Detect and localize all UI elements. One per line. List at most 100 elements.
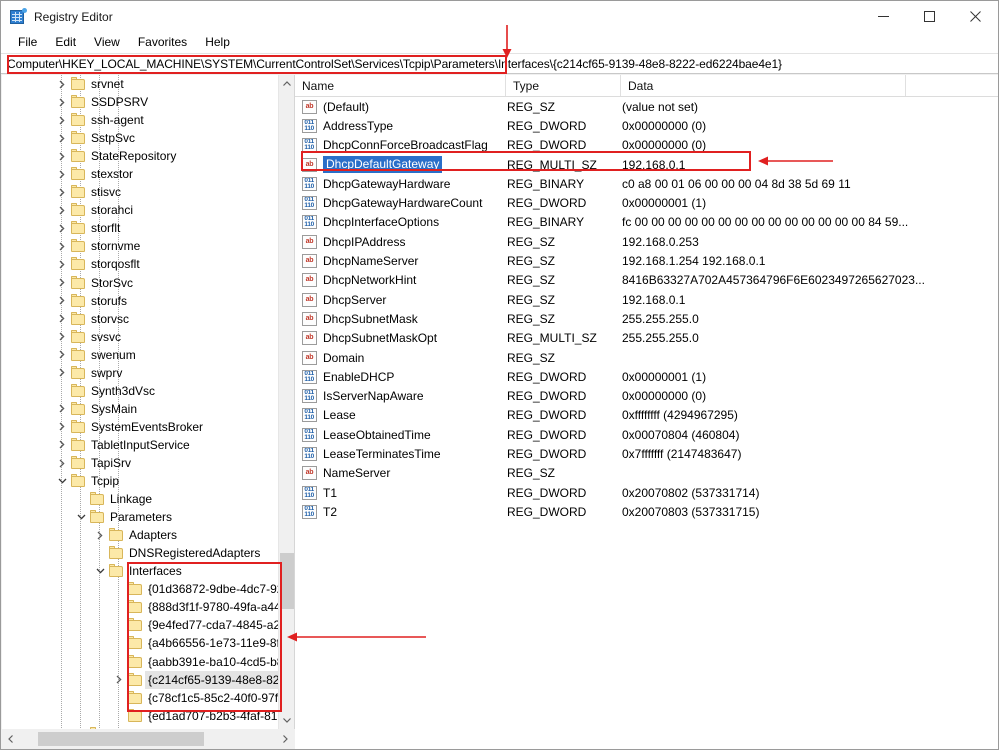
value-row[interactable]: 011110T1REG_DWORD0x20070802 (537331714) [295,483,998,502]
tree-item-sysmain[interactable]: SysMain [2,400,278,418]
chevron-right-icon[interactable] [54,275,70,291]
tree-item-ssh-agent[interactable]: ssh-agent [2,111,278,129]
value-row[interactable]: abDhcpSubnetMaskOptREG_MULTI_SZ255.255.2… [295,329,998,348]
chevron-right-icon[interactable] [54,148,70,164]
value-row[interactable]: 011110LeaseTerminatesTimeREG_DWORD0x7fff… [295,444,998,463]
tree-item-swprv[interactable]: swprv [2,364,278,382]
menu-file[interactable]: File [9,33,46,52]
value-row[interactable]: abDhcpServerREG_SZ192.168.0.1 [295,290,998,309]
chevron-right-icon[interactable] [54,112,70,128]
value-row[interactable]: abNameServerREG_SZ [295,464,998,483]
value-row[interactable]: abDhcpDefaultGatewayREG_MULTI_SZ192.168.… [295,155,998,174]
chevron-right-icon[interactable] [111,672,127,688]
tree-horizontal-scrollbar[interactable] [2,729,294,749]
tree-vertical-scrollbar[interactable] [278,75,294,729]
chevron-down-icon[interactable] [92,563,108,579]
chevron-right-icon[interactable] [54,238,70,254]
chevron-right-icon[interactable] [54,202,70,218]
chevron-right-icon[interactable] [54,329,70,345]
scroll-left-icon[interactable] [2,729,19,749]
chevron-right-icon[interactable] [54,419,70,435]
column-header-data[interactable]: Data [621,75,906,96]
tree-item-storflt[interactable]: storflt [2,219,278,237]
tree-item-storahci[interactable]: storahci [2,201,278,219]
value-row[interactable]: abDhcpSubnetMaskREG_SZ255.255.255.0 [295,309,998,328]
tree-item-parameters[interactable]: Parameters [2,508,278,526]
tree-item-interfaces[interactable]: Interfaces [2,562,278,580]
close-button[interactable] [952,1,998,32]
tree-scroll-thumb[interactable] [280,553,294,609]
tree-item-storqosflt[interactable]: storqosflt [2,255,278,273]
value-row[interactable]: 011110T2REG_DWORD0x20070803 (537331715) [295,502,998,521]
chevron-right-icon[interactable] [54,184,70,200]
tree-item-systemeventsbroker[interactable]: SystemEventsBroker [2,418,278,436]
tree-item-tapisrv[interactable]: TapiSrv [2,454,278,472]
address-bar[interactable]: Computer\HKEY_LOCAL_MACHINE\SYSTEM\Curre… [1,53,998,74]
tree-item-linkage[interactable]: Linkage [2,490,278,508]
tree-item-synth3dvsc[interactable]: Synth3dVsc [2,382,278,400]
value-row[interactable]: abDhcpNameServerREG_SZ192.168.1.254 192.… [295,251,998,270]
column-header-name[interactable]: Name [295,75,506,96]
menu-view[interactable]: View [85,33,129,52]
tree-item-dnsregisteredadapters[interactable]: DNSRegisteredAdapters [2,544,278,562]
tree-item-staterepository[interactable]: StateRepository [2,147,278,165]
chevron-right-icon[interactable] [54,437,70,453]
tree-item-tabletinputservice[interactable]: TabletInputService [2,436,278,454]
tree-item--888d3f1f-9780-49fa-a44a-[interactable]: {888d3f1f-9780-49fa-a44a- [2,598,278,616]
hscroll-thumb[interactable] [38,732,204,746]
menu-favorites[interactable]: Favorites [129,33,196,52]
chevron-right-icon[interactable] [54,347,70,363]
tree-item-stisvc[interactable]: stisvc [2,183,278,201]
value-row[interactable]: 011110DhcpGatewayHardwareREG_BINARYc0 a8… [295,174,998,193]
maximize-button[interactable] [906,1,952,32]
tree-item--ed1ad707-b2b3-4faf-8100[interactable]: {ed1ad707-b2b3-4faf-8100 [2,707,278,725]
value-row[interactable]: 011110DhcpGatewayHardwareCountREG_DWORD0… [295,193,998,212]
scroll-right-icon[interactable] [277,729,294,749]
chevron-right-icon[interactable] [54,311,70,327]
menu-edit[interactable]: Edit [46,33,85,52]
value-row[interactable]: 011110LeaseObtainedTimeREG_DWORD0x000708… [295,425,998,444]
tree-item-storufs[interactable]: storufs [2,292,278,310]
tree-item-storvsc[interactable]: storvsc [2,310,278,328]
column-header-type[interactable]: Type [506,75,621,96]
chevron-right-icon[interactable] [92,527,108,543]
value-row[interactable]: abDomainREG_SZ [295,348,998,367]
minimize-button[interactable] [860,1,906,32]
tree-item-storsvc[interactable]: StorSvc [2,274,278,292]
chevron-right-icon[interactable] [54,220,70,236]
tree-item-swenum[interactable]: swenum [2,346,278,364]
value-row[interactable]: abDhcpIPAddressREG_SZ192.168.0.253 [295,232,998,251]
tree-item--a4b66556-1e73-11e9-8f08[interactable]: {a4b66556-1e73-11e9-8f08 [2,634,278,652]
chevron-right-icon[interactable] [54,293,70,309]
tree-item-svsvc[interactable]: svsvc [2,328,278,346]
chevron-right-icon[interactable] [54,94,70,110]
value-row[interactable]: 011110EnableDHCPREG_DWORD0x00000001 (1) [295,367,998,386]
chevron-down-icon[interactable] [73,509,89,525]
value-row[interactable]: ab(Default)REG_SZ(value not set) [295,97,998,116]
value-row[interactable]: 011110DhcpInterfaceOptionsREG_BINARYfc 0… [295,213,998,232]
tree-item--aabb391e-ba10-4cd5-b8c[interactable]: {aabb391e-ba10-4cd5-b8c [2,653,278,671]
tree-item-sstpsvc[interactable]: SstpSvc [2,129,278,147]
tree-item--9e4fed77-cda7-4845-a2a2[interactable]: {9e4fed77-cda7-4845-a2a2 [2,616,278,634]
chevron-down-icon[interactable] [54,473,70,489]
chevron-right-icon[interactable] [54,256,70,272]
chevron-right-icon[interactable] [54,166,70,182]
value-row[interactable]: 011110LeaseREG_DWORD0xffffffff (42949672… [295,406,998,425]
tree-item--01d36872-9dbe-4dc7-92b[interactable]: {01d36872-9dbe-4dc7-92b [2,580,278,598]
chevron-right-icon[interactable] [54,365,70,381]
value-row[interactable]: abDhcpNetworkHintREG_SZ8416B63327A702A45… [295,271,998,290]
chevron-right-icon[interactable] [54,76,70,92]
chevron-right-icon[interactable] [54,401,70,417]
tree-item--c78cf1c5-85c2-40f0-97fb-[interactable]: {c78cf1c5-85c2-40f0-97fb- [2,689,278,707]
tree-item-srvnet[interactable]: srvnet [2,75,278,93]
menu-help[interactable]: Help [196,33,239,52]
chevron-right-icon[interactable] [54,130,70,146]
tree-item-ssdpsrv[interactable]: SSDPSRV [2,93,278,111]
tree-item-stexstor[interactable]: stexstor [2,165,278,183]
value-row[interactable]: 011110DhcpConnForceBroadcastFlagREG_DWOR… [295,136,998,155]
value-row[interactable]: 011110IsServerNapAwareREG_DWORD0x0000000… [295,386,998,405]
tree-item--c214cf65-9139-48e8-8222[interactable]: {c214cf65-9139-48e8-8222 [2,671,278,689]
tree-item-tcpip[interactable]: Tcpip [2,472,278,490]
tree-item-stornvme[interactable]: stornvme [2,237,278,255]
value-row[interactable]: 011110AddressTypeREG_DWORD0x00000000 (0) [295,116,998,135]
